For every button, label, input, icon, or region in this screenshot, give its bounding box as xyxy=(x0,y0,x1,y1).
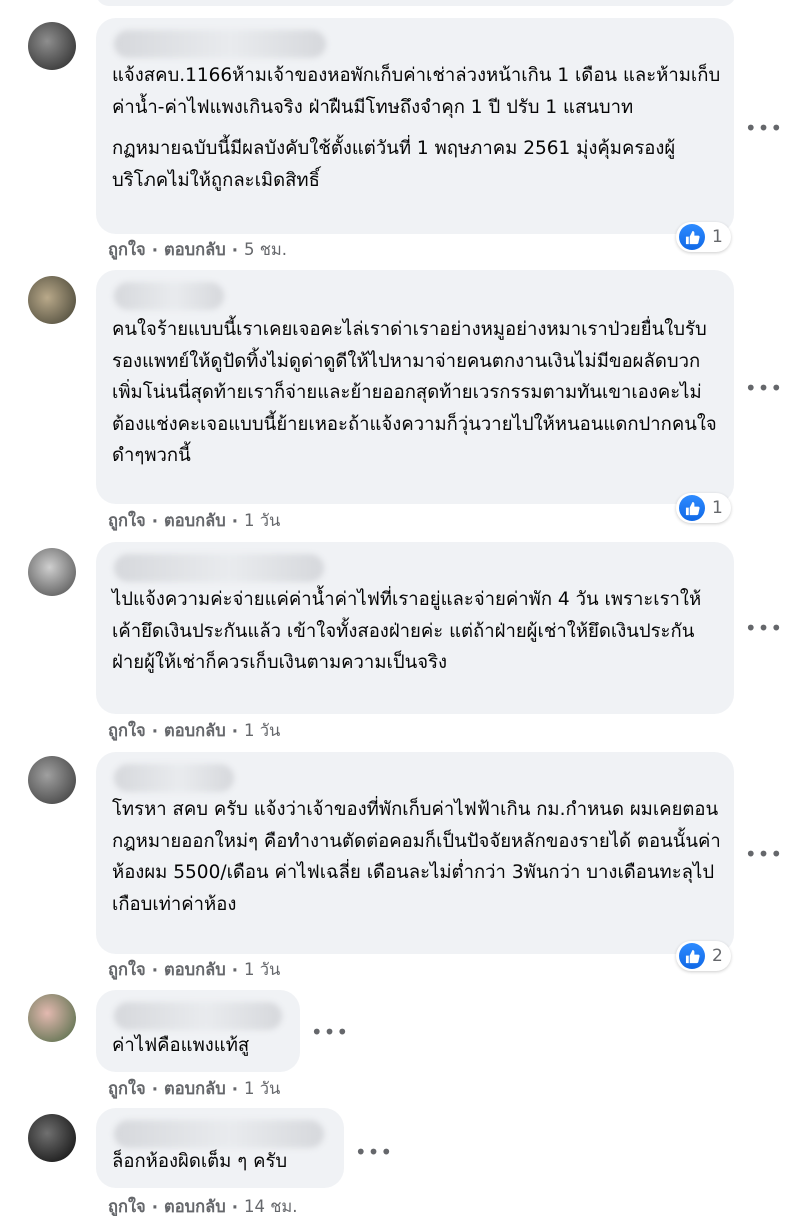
separator-dot: · xyxy=(231,721,238,741)
comment-timestamp[interactable]: 1 วัน xyxy=(244,1076,280,1102)
separator-dot: · xyxy=(151,960,158,980)
more-options-icon[interactable]: ••• xyxy=(745,372,782,404)
author-name-blurred[interactable] xyxy=(114,30,326,58)
reply-button[interactable]: ตอบกลับ xyxy=(164,508,226,534)
comment-actions: ถูกใจ · ตอบกลับ · 1 วัน xyxy=(108,1076,280,1102)
comment-bubble: แจ้งสคบ.1166ห้ามเจ้าของหอพักเก็บค่าเช่าล… xyxy=(96,18,734,234)
comment-text: ล็อกห้องผิดเต็ม ๆ ครับ xyxy=(112,1146,332,1178)
comment-actions: ถูกใจ · ตอบกลับ · 1 วัน xyxy=(108,718,280,744)
separator-dot: · xyxy=(151,1079,158,1099)
reaction-summary[interactable]: 2 xyxy=(676,941,731,971)
avatar[interactable] xyxy=(28,276,76,324)
separator-dot: · xyxy=(231,511,238,531)
comment-text: แจ้งสคบ.1166ห้ามเจ้าของหอพักเก็บค่าเช่าล… xyxy=(112,60,722,196)
reply-button[interactable]: ตอบกลับ xyxy=(164,237,226,263)
avatar[interactable] xyxy=(28,1114,76,1162)
author-name-blurred[interactable] xyxy=(114,1002,282,1030)
comment-paragraph: ล็อกห้องผิดเต็ม ๆ ครับ xyxy=(112,1151,288,1172)
separator-dot: · xyxy=(231,1197,238,1216)
avatar[interactable] xyxy=(28,756,76,804)
like-button[interactable]: ถูกใจ xyxy=(108,508,146,534)
comment-timestamp[interactable]: 14 ชม. xyxy=(244,1194,298,1216)
comment-bubble: โทรหา สคบ ครับ แจ้งว่าเจ้าของที่พักเก็บค… xyxy=(96,752,734,954)
comment-actions: ถูกใจ · ตอบกลับ · 1 วัน xyxy=(108,508,280,534)
separator-dot: · xyxy=(151,240,158,260)
reaction-count: 1 xyxy=(712,498,723,518)
comment-actions: ถูกใจ · ตอบกลับ · 14 ชม. xyxy=(108,1194,298,1216)
avatar[interactable] xyxy=(28,548,76,596)
comment-actions: ถูกใจ · ตอบกลับ · 5 ชม. xyxy=(108,237,287,263)
author-name-blurred[interactable] xyxy=(114,554,324,582)
thumbs-up-icon xyxy=(679,224,705,250)
like-button[interactable]: ถูกใจ xyxy=(108,957,146,983)
comment-timestamp[interactable]: 5 ชม. xyxy=(244,237,287,263)
comment-timestamp[interactable]: 1 วัน xyxy=(244,957,280,983)
comment-bubble: ไปแจ้งความค่ะจ่ายแค่ค่าน้ำค่าไฟที่เราอยู… xyxy=(96,542,734,714)
thumbs-up-icon xyxy=(679,495,705,521)
avatar[interactable] xyxy=(28,22,76,70)
comment-paragraph: ค่าไฟคือแพงแท้สู xyxy=(112,1035,250,1056)
comment-bubble: ค่าไฟคือแพงแท้สู xyxy=(96,990,300,1072)
thumbs-up-icon xyxy=(679,943,705,969)
comment-paragraph: แจ้งสคบ.1166ห้ามเจ้าของหอพักเก็บค่าเช่าล… xyxy=(112,65,721,118)
like-button[interactable]: ถูกใจ xyxy=(108,237,146,263)
reaction-summary[interactable]: 1 xyxy=(676,222,731,252)
separator-dot: · xyxy=(231,240,238,260)
more-options-icon[interactable]: ••• xyxy=(745,112,782,144)
like-button[interactable]: ถูกใจ xyxy=(108,1076,146,1102)
comment-bubble: ล็อกห้องผิดเต็ม ๆ ครับ xyxy=(96,1108,344,1188)
more-options-icon[interactable]: ••• xyxy=(311,1016,348,1048)
more-options-icon[interactable]: ••• xyxy=(355,1136,392,1168)
like-button[interactable]: ถูกใจ xyxy=(108,1194,146,1216)
previous-comment-bubble xyxy=(96,0,736,6)
comment-actions: ถูกใจ · ตอบกลับ · 1 วัน xyxy=(108,957,280,983)
comment-bubble: คนใจร้ายแบบนี้เราเคยเจอคะไล่เราด่าเราอย่… xyxy=(96,270,734,504)
separator-dot: · xyxy=(151,1197,158,1216)
like-button[interactable]: ถูกใจ xyxy=(108,718,146,744)
reaction-summary[interactable]: 1 xyxy=(676,493,731,523)
separator-dot: · xyxy=(151,511,158,531)
reaction-count: 1 xyxy=(712,227,723,247)
author-name-blurred[interactable] xyxy=(114,764,234,792)
reaction-count: 2 xyxy=(712,946,723,966)
comment-text: โทรหา สคบ ครับ แจ้งว่าเจ้าของที่พักเก็บค… xyxy=(112,794,722,920)
comment-paragraph: คนใจร้ายแบบนี้เราเคยเจอคะไล่เราด่าเราอย่… xyxy=(112,319,717,466)
comment-paragraph: กฏหมายฉบับนี้มีผลบังคับใช้ตั้งแต่วันที่ … xyxy=(112,138,676,191)
reply-button[interactable]: ตอบกลับ xyxy=(164,1194,226,1216)
separator-dot: · xyxy=(231,1079,238,1099)
comment-paragraph: โทรหา สคบ ครับ แจ้งว่าเจ้าของที่พักเก็บค… xyxy=(112,799,721,915)
separator-dot: · xyxy=(151,721,158,741)
reply-button[interactable]: ตอบกลับ xyxy=(164,957,226,983)
more-options-icon[interactable]: ••• xyxy=(745,612,782,644)
author-name-blurred[interactable] xyxy=(114,1120,324,1148)
comment-timestamp[interactable]: 1 วัน xyxy=(244,718,280,744)
comment-text: ไปแจ้งความค่ะจ่ายแค่ค่าน้ำค่าไฟที่เราอยู… xyxy=(112,584,722,679)
more-options-icon[interactable]: ••• xyxy=(745,838,782,870)
comment-text: ค่าไฟคือแพงแท้สู xyxy=(112,1030,288,1062)
comment-paragraph: ไปแจ้งความค่ะจ่ายแค่ค่าน้ำค่าไฟที่เราอยู… xyxy=(112,589,702,673)
comment-text: คนใจร้ายแบบนี้เราเคยเจอคะไล่เราด่าเราอย่… xyxy=(112,314,722,472)
reply-button[interactable]: ตอบกลับ xyxy=(164,718,226,744)
reply-button[interactable]: ตอบกลับ xyxy=(164,1076,226,1102)
author-name-blurred[interactable] xyxy=(114,282,224,310)
avatar[interactable] xyxy=(28,994,76,1042)
separator-dot: · xyxy=(231,960,238,980)
comment-timestamp[interactable]: 1 วัน xyxy=(244,508,280,534)
